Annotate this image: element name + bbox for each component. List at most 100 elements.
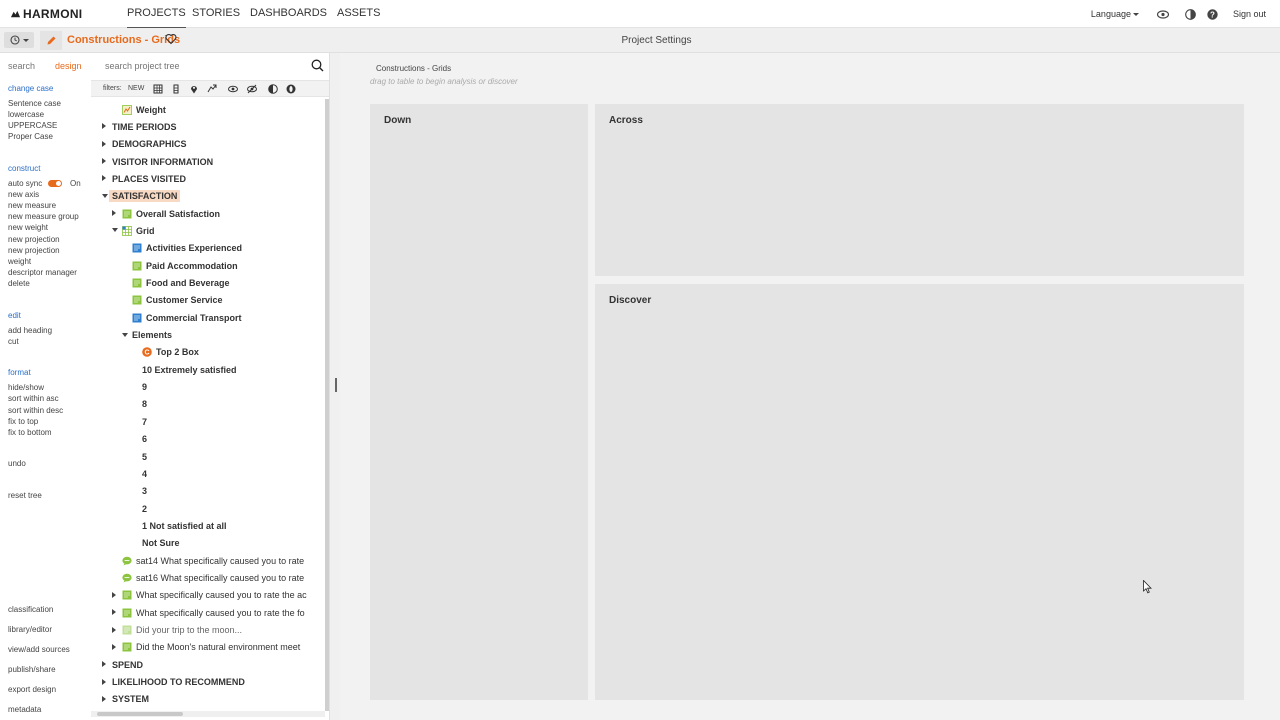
tree-item[interactable]: Paid Accommodation: [91, 257, 323, 274]
delete-action[interactable]: delete: [8, 279, 30, 288]
tree-item[interactable]: SATISFACTION: [91, 188, 323, 205]
caret-right-icon[interactable]: [102, 175, 106, 182]
tree-filter-icon[interactable]: [207, 84, 217, 94]
contrast-icon[interactable]: [1185, 8, 1197, 20]
tree-horizontal-scroll-thumb[interactable]: [97, 712, 183, 716]
descriptor-manager-action[interactable]: descriptor manager: [8, 268, 77, 277]
tree-item[interactable]: sat14 What specifically caused you to ra…: [91, 552, 323, 569]
table-filter-icon[interactable]: [153, 84, 163, 94]
tree-item[interactable]: 2: [91, 500, 323, 517]
discover-dropzone[interactable]: Discover: [595, 284, 1244, 700]
new-projection-action[interactable]: new projection: [8, 235, 60, 244]
undo-action[interactable]: undo: [8, 459, 26, 468]
fix-bottom-action[interactable]: fix to bottom: [8, 428, 52, 437]
eye-icon[interactable]: [1156, 8, 1169, 20]
column-filter-icon[interactable]: [171, 84, 181, 94]
new-weight-action[interactable]: new weight: [8, 223, 48, 232]
new-projection-action-2[interactable]: new projection: [8, 246, 60, 255]
view-add-sources-link[interactable]: view/add sources: [8, 645, 70, 654]
fix-top-action[interactable]: fix to top: [8, 417, 38, 426]
panel-splitter[interactable]: [329, 53, 340, 720]
mode-search-tab[interactable]: search: [8, 61, 35, 71]
caret-right-icon[interactable]: [112, 591, 116, 598]
sentence-case-action[interactable]: Sentence case: [8, 99, 61, 108]
publish-share-link[interactable]: publish/share: [8, 665, 56, 674]
tree-search-input[interactable]: [105, 61, 305, 71]
caret-down-icon[interactable]: [112, 228, 118, 233]
tree-item[interactable]: C Top 2 Box: [91, 344, 323, 361]
tree-item[interactable]: DEMOGRAPHICS: [91, 136, 323, 153]
tree-item[interactable]: Activities Experienced: [91, 240, 323, 257]
tree-item[interactable]: 3: [91, 483, 323, 500]
tree-item[interactable]: 9: [91, 379, 323, 396]
uppercase-action[interactable]: UPPERCASE: [8, 121, 57, 130]
tab-dashboards[interactable]: DASHBOARDS: [250, 7, 327, 19]
caret-down-icon[interactable]: [122, 332, 128, 337]
tree-item[interactable]: 10 Extremely satisfied: [91, 361, 323, 378]
export-design-link[interactable]: export design: [8, 685, 56, 694]
caret-right-icon[interactable]: [102, 661, 106, 668]
add-heading-action[interactable]: add heading: [8, 326, 52, 335]
tab-assets[interactable]: ASSETS: [337, 7, 380, 19]
sort-desc-action[interactable]: sort within desc: [8, 406, 63, 415]
filled-circle-filter-icon[interactable]: [286, 84, 296, 94]
tab-stories[interactable]: STORIES: [192, 7, 240, 19]
tree-item[interactable]: PLACES VISITED: [91, 170, 323, 187]
hide-show-action[interactable]: hide/show: [8, 383, 44, 392]
tree-item[interactable]: TIME PERIODS: [91, 118, 323, 135]
signout-link[interactable]: Sign out: [1233, 9, 1266, 19]
location-filter-icon[interactable]: [189, 84, 199, 94]
mode-design-tab[interactable]: design: [55, 61, 82, 71]
tree-item[interactable]: Did your trip to the moon...: [91, 622, 323, 639]
caret-right-icon[interactable]: [102, 695, 106, 702]
search-icon[interactable]: [311, 59, 324, 72]
language-dropdown[interactable]: Language: [1091, 9, 1139, 19]
across-dropzone[interactable]: Across: [595, 104, 1244, 276]
tree-item[interactable]: VISITOR INFORMATION: [91, 153, 323, 170]
tree-item[interactable]: 8: [91, 396, 323, 413]
tree-item[interactable]: SPEND: [91, 656, 323, 673]
tree-item[interactable]: 5: [91, 448, 323, 465]
filter-new-button[interactable]: NEW: [128, 85, 144, 92]
weight-action[interactable]: weight: [8, 257, 31, 266]
tree-item[interactable]: LIKELIHOOD TO RECOMMEND: [91, 674, 323, 691]
tree-item[interactable]: What specifically caused you to rate the…: [91, 604, 323, 621]
caret-down-icon[interactable]: [102, 193, 108, 198]
down-dropzone[interactable]: Down: [370, 104, 588, 700]
reset-tree-action[interactable]: reset tree: [8, 491, 42, 500]
hide-filter-icon[interactable]: [247, 84, 257, 94]
harmoni-logo[interactable]: HARMONI: [10, 7, 82, 21]
lowercase-action[interactable]: lowercase: [8, 110, 44, 119]
sort-asc-action[interactable]: sort within asc: [8, 394, 59, 403]
project-settings-title[interactable]: Project Settings: [0, 35, 1280, 46]
caret-right-icon[interactable]: [102, 140, 106, 147]
tree-item[interactable]: 7: [91, 413, 323, 430]
tree-item[interactable]: Commercial Transport: [91, 309, 323, 326]
caret-right-icon[interactable]: [102, 678, 106, 685]
tree-item[interactable]: Food and Beverage: [91, 275, 323, 292]
cut-action[interactable]: cut: [8, 337, 19, 346]
new-axis-action[interactable]: new axis: [8, 190, 39, 199]
metadata-link[interactable]: metadata: [8, 705, 41, 714]
half-circle-filter-icon[interactable]: [268, 84, 278, 94]
caret-right-icon[interactable]: [102, 158, 106, 165]
caret-right-icon[interactable]: [112, 643, 116, 650]
tree-item[interactable]: What specifically caused you to rate the…: [91, 587, 323, 604]
caret-right-icon[interactable]: [112, 609, 116, 616]
library-editor-link[interactable]: library/editor: [8, 625, 52, 634]
proper-case-action[interactable]: Proper Case: [8, 132, 53, 141]
tree-item[interactable]: Grid: [91, 222, 323, 239]
tree-item[interactable]: 1 Not satisfied at all: [91, 517, 323, 534]
autosync-toggle[interactable]: [48, 180, 62, 187]
tree-item[interactable]: sat16 What specifically caused you to ra…: [91, 569, 323, 586]
help-icon[interactable]: ?: [1207, 8, 1219, 20]
tree-item[interactable]: Did the Moon's natural environment meet: [91, 639, 323, 656]
tree-item[interactable]: Overall Satisfaction: [91, 205, 323, 222]
tree-item[interactable]: 4: [91, 465, 323, 482]
show-filter-icon[interactable]: [228, 84, 238, 94]
tree-item[interactable]: Customer Service: [91, 292, 323, 309]
caret-right-icon[interactable]: [102, 123, 106, 130]
tab-projects[interactable]: PROJECTS: [127, 7, 186, 29]
classification-link[interactable]: classification: [8, 605, 53, 614]
tree-item[interactable]: 6: [91, 431, 323, 448]
